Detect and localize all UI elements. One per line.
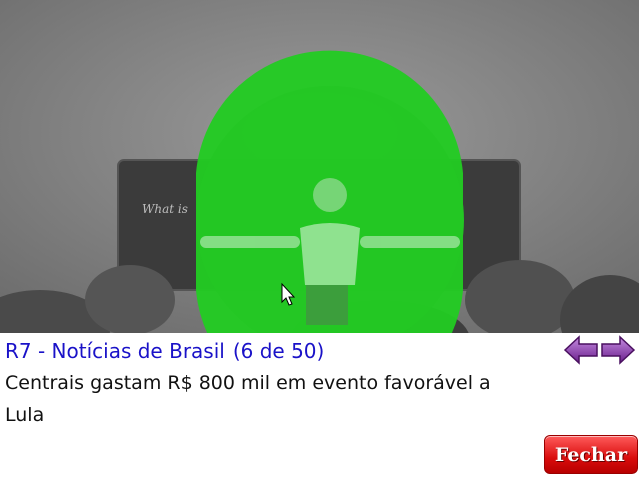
news-panel: R7 - Notícias de Brasil (6 de 50) Centrai… xyxy=(0,333,639,477)
next-button[interactable] xyxy=(600,335,636,365)
previous-button[interactable] xyxy=(563,335,599,365)
news-source: R7 - Notícias de Brasil (6 de 50) xyxy=(5,339,324,363)
source-name: R7 - Notícias de Brasil xyxy=(5,339,225,363)
board-text: What is xyxy=(142,202,188,216)
arrow-left-icon xyxy=(563,335,598,365)
close-button[interactable]: Fechar xyxy=(544,435,638,474)
news-counter: (6 de 50) xyxy=(232,339,325,363)
arrow-right-icon xyxy=(601,335,636,365)
news-photo: What is xyxy=(0,0,639,333)
news-headline: Centrais gastam R$ 800 mil em evento fav… xyxy=(5,372,491,426)
